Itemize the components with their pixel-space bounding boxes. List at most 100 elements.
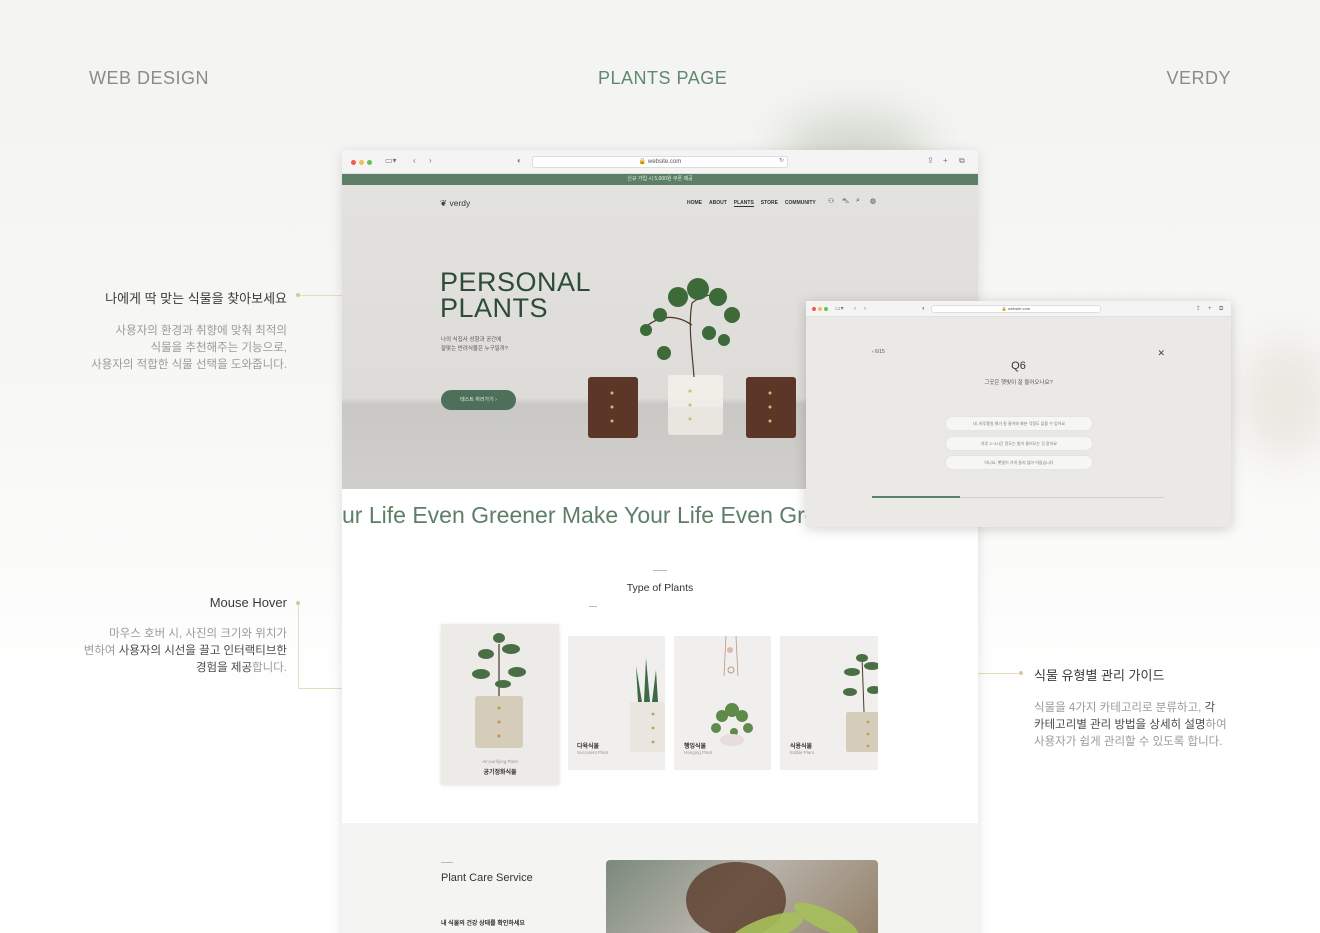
care-section-subtitle: 내 식물의 건강 상태를 확인하세요 bbox=[441, 921, 525, 927]
leaf bbox=[644, 658, 650, 702]
note-line: 사용자의 환경과 취향에 맞춰 최적의 bbox=[115, 325, 287, 337]
sidebar-icon[interactable]: ▭▾ bbox=[835, 304, 844, 314]
plant-leaves bbox=[711, 703, 753, 736]
pot-dot bbox=[651, 726, 655, 730]
address-bar[interactable]: 🔒 website.com bbox=[931, 305, 1101, 313]
plant-type-card-hanging[interactable]: 행잉식물 Hanging Plant bbox=[674, 636, 771, 770]
note-guide-title: 식물 유형별 관리 가이드 bbox=[1034, 668, 1165, 683]
note-recommend-title: 나에게 딱 맞는 식물을 찾아보세요 bbox=[105, 291, 287, 306]
plant-type-card-succulent[interactable]: 다육식물 Succulent Plant bbox=[568, 636, 665, 770]
pot-dot bbox=[651, 712, 655, 716]
card-korean-label: 다육식물 bbox=[577, 744, 600, 750]
pot-dot bbox=[866, 744, 870, 748]
answer-option[interactable]: 하루 2~3시간 정도는 빛이 들어오는 것 같아요 bbox=[946, 437, 1092, 450]
leaf bbox=[502, 644, 520, 654]
section-divider bbox=[589, 606, 597, 607]
pot-dot bbox=[610, 391, 614, 395]
forward-icon[interactable]: › bbox=[429, 156, 432, 166]
pot-dot bbox=[497, 734, 501, 738]
answer-option[interactable]: 아니요, 햇빛이 거의 들지 않아 어둡습니다 bbox=[946, 456, 1092, 469]
note-line: 사용자의 적합한 식물 선택을 도와줍니다. bbox=[91, 359, 287, 371]
sidebar-icon[interactable]: ▭▾ bbox=[385, 156, 397, 166]
share-icon[interactable]: ⇪ bbox=[1196, 304, 1201, 314]
answer-option[interactable]: 네, 하루종일 해가 잘 들어와 화분 걱정도 없을 수 있어요 bbox=[946, 417, 1092, 430]
close-window-button[interactable] bbox=[351, 160, 356, 165]
leaf bbox=[844, 668, 860, 676]
section-label-plants-page: PLANTS PAGE bbox=[598, 68, 728, 88]
browser-toolbar: ▭▾ ‹ › ◐ 🔒 website.com ↻ ⇪ + ⧉ bbox=[342, 150, 978, 174]
note-text: 합니다. bbox=[252, 662, 287, 674]
address-bar[interactable]: 🔒 website.com bbox=[532, 156, 788, 168]
note-line: 카테고리별 관리 방법을 상세히 설명하여 bbox=[1034, 717, 1264, 734]
note-emphasis: 경험을 제공 bbox=[195, 662, 253, 674]
pot-dot bbox=[497, 706, 501, 710]
pot bbox=[846, 712, 878, 752]
note-hover-title: Mouse Hover bbox=[209, 595, 287, 610]
maximize-window-button[interactable] bbox=[367, 160, 372, 165]
pot bbox=[630, 702, 665, 752]
maximize-window-button[interactable] bbox=[824, 307, 828, 311]
announcement-bar: 신규 가입 시 5,000원 쿠폰 제공 bbox=[342, 174, 978, 185]
card-korean-label: 식용식물 bbox=[790, 744, 813, 750]
forward-icon[interactable]: › bbox=[864, 304, 866, 314]
pot-dot bbox=[651, 740, 655, 744]
pot-dot bbox=[688, 403, 692, 407]
hanger-ring bbox=[727, 666, 735, 674]
note-emphasis: 사용자의 시선을 끌고 인터랙티브한 bbox=[118, 645, 287, 657]
leaf bbox=[636, 666, 642, 702]
card-korean-label: 공기정화식물 bbox=[483, 770, 517, 776]
leaf bbox=[493, 633, 505, 643]
plant-type-card-air-purifying[interactable]: Air-purifying Plant 공기정화식물 bbox=[441, 624, 559, 784]
share-icon[interactable]: ⇪ bbox=[927, 156, 934, 166]
note-hover: Mouse Hover 마우스 호버 시, 사진의 크기와 위치가 변하여 사용… bbox=[27, 595, 287, 677]
plant-leaves bbox=[843, 654, 878, 696]
browser-window-quiz: ▭▾ ‹ › ◐ 🔒 website.com ⇪ + ⧉ ‹ 6/15 ✕ Q6… bbox=[806, 301, 1231, 527]
close-window-button[interactable] bbox=[812, 307, 816, 311]
leaf bbox=[856, 654, 868, 662]
pot-dot bbox=[866, 720, 870, 724]
section-divider bbox=[653, 570, 667, 571]
note-line: 사용자가 쉽게 관리할 수 있도록 합니다. bbox=[1034, 736, 1223, 748]
card-english-label: Hanging Plant bbox=[684, 750, 713, 755]
leaf bbox=[709, 288, 727, 306]
reload-icon[interactable]: ↻ bbox=[779, 156, 784, 166]
note-recommend: 나에게 딱 맞는 식물을 찾아보세요 사용자의 환경과 취향에 맞춰 최적의 식… bbox=[27, 288, 287, 374]
leaf bbox=[472, 669, 490, 679]
section-label-web-design: WEB DESIGN bbox=[89, 68, 210, 88]
note-line: 경험을 제공합니다. bbox=[27, 660, 287, 677]
minimize-window-button[interactable] bbox=[359, 160, 364, 165]
leaf bbox=[843, 688, 857, 696]
close-icon[interactable]: ✕ bbox=[1157, 348, 1165, 359]
pot-dot bbox=[688, 389, 692, 393]
quiz-back-button[interactable]: ‹ 6/15 bbox=[872, 349, 885, 355]
tabs-icon[interactable]: ⧉ bbox=[1219, 304, 1223, 314]
minimize-window-button[interactable] bbox=[818, 307, 822, 311]
leaf bbox=[495, 680, 511, 688]
note-line: 식물을 4가지 카테고리로 분류하고, 각 bbox=[1034, 700, 1264, 717]
connector-line bbox=[298, 605, 299, 688]
note-text: 식물을 4가지 카테고리로 분류하고, bbox=[1034, 702, 1205, 714]
leaf bbox=[718, 334, 730, 346]
leaf bbox=[736, 710, 748, 722]
leaf bbox=[657, 346, 671, 360]
leaf bbox=[478, 649, 494, 659]
new-tab-icon[interactable]: + bbox=[1208, 304, 1212, 314]
leaf bbox=[508, 667, 526, 677]
back-icon[interactable]: ‹ bbox=[854, 304, 856, 314]
card-english-label: Succulent Plant bbox=[577, 750, 609, 755]
shield-icon[interactable]: ◐ bbox=[517, 156, 522, 166]
question-number: Q6 bbox=[1011, 360, 1026, 372]
back-icon[interactable]: ‹ bbox=[413, 156, 416, 166]
type-of-plants-title: Type of Plants bbox=[626, 582, 694, 594]
leaf bbox=[668, 287, 688, 307]
leaf bbox=[743, 723, 753, 733]
hanger-rope bbox=[723, 636, 739, 677]
new-tab-icon[interactable]: + bbox=[943, 156, 948, 166]
plant-type-card-edible[interactable]: 식용식물 Edible Plant bbox=[780, 636, 878, 770]
shield-icon[interactable]: ◐ bbox=[922, 304, 926, 314]
pot-dot bbox=[497, 720, 501, 724]
tabs-icon[interactable]: ⧉ bbox=[959, 156, 965, 166]
note-recommend-body: 사용자의 환경과 취향에 맞춰 최적의 식물을 추천해주는 기능으로, 사용자의… bbox=[27, 323, 287, 374]
question-text: 그곳은 햇빛이 잘 들어오나요? bbox=[984, 380, 1053, 386]
note-line: 식물을 추천해주는 기능으로, bbox=[150, 342, 287, 354]
